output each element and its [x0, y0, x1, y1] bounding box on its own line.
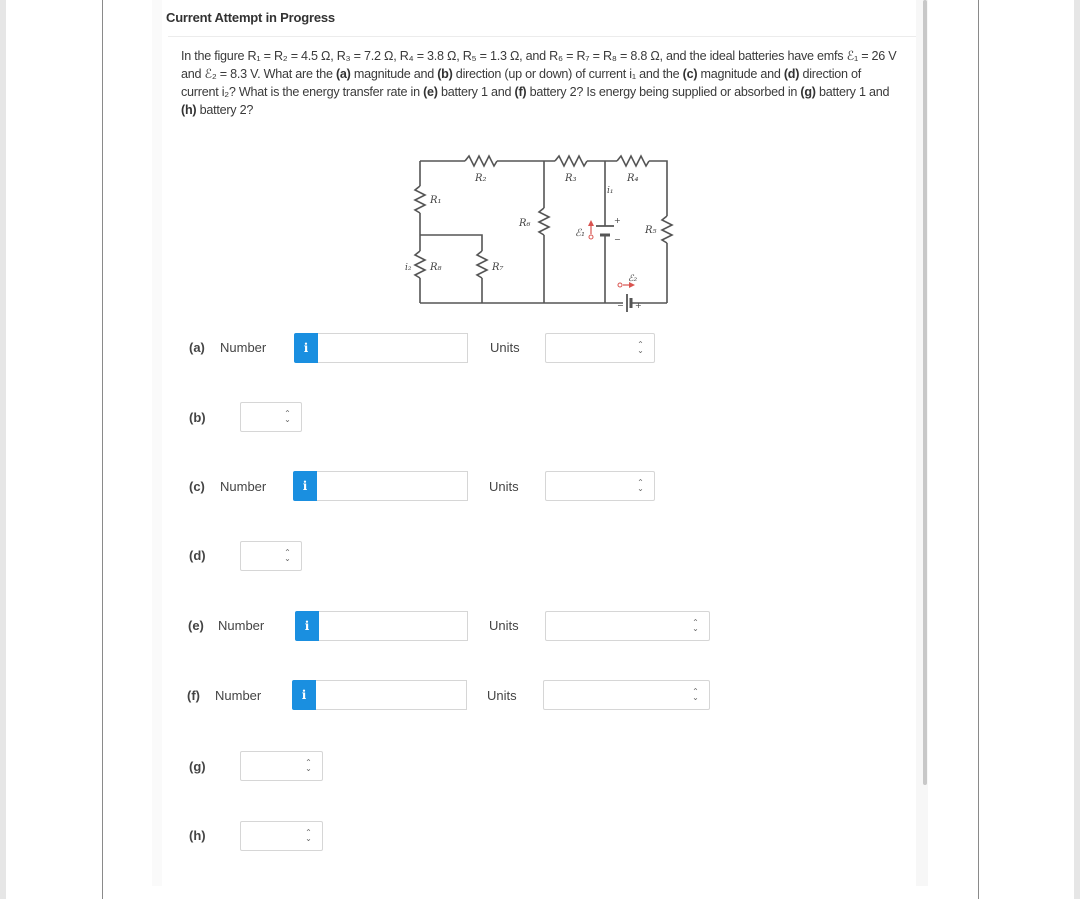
label-i2: i₂: [405, 263, 412, 273]
emf1-marker: [588, 220, 594, 240]
window-edge-left: [0, 0, 6, 899]
units-label: Units: [487, 688, 517, 703]
units-select-f[interactable]: ⌃ ⌄: [543, 680, 710, 710]
chevron-updown-icon: ⌃ ⌄: [692, 618, 699, 633]
number-input-c[interactable]: [317, 471, 468, 501]
part-marker-h: (h): [181, 103, 197, 117]
question-text: In the figure R₁ = R₂ = 4.5 Ω, R₃ = 7.2 …: [181, 47, 901, 119]
row-label-a: (a): [189, 340, 205, 355]
circuit-figure: R₁ R₂ R₃ R₄ R₅ R₆ R₇ R₈ i₁ i₂ ℰ₁ ℰ₂ + − …: [405, 154, 674, 312]
part-marker-d: (d): [783, 67, 800, 81]
number-input-e[interactable]: [319, 611, 468, 641]
chevron-updown-icon: ⌃ ⌄: [284, 548, 291, 563]
info-button-c[interactable]: i: [293, 471, 317, 501]
number-label: Number: [215, 688, 262, 703]
row-label-h: (h): [189, 828, 206, 843]
resistor-r3-zigzag: [554, 154, 588, 168]
number-input-f[interactable]: [316, 680, 467, 710]
wire-r7-top: [420, 234, 483, 251]
row-label-d: (d): [189, 548, 206, 563]
question-segment: battery 1 and: [815, 85, 890, 99]
energy-select-h[interactable]: ⌃ ⌄: [240, 821, 323, 851]
label-r8: R₈: [429, 262, 442, 273]
units-label: Units: [489, 479, 519, 494]
attempt-title: Current Attempt in Progress: [166, 10, 335, 25]
resistor-r5-zigzag: [660, 215, 674, 244]
page-border-right: [978, 0, 979, 899]
label-r2: R₂: [474, 173, 487, 184]
direction-select-b[interactable]: ⌃ ⌄: [240, 402, 302, 432]
number-input-a[interactable]: [318, 333, 468, 363]
part-marker-c: (c): [682, 67, 698, 81]
energy-select-g[interactable]: ⌃ ⌄: [240, 751, 323, 781]
label-emf1: ℰ₁: [575, 228, 585, 239]
panel-shadow: [152, 0, 162, 886]
chevron-updown-icon: ⌃ ⌄: [305, 758, 312, 773]
chevron-updown-icon: ⌃ ⌄: [692, 687, 699, 702]
info-button-e[interactable]: i: [295, 611, 319, 641]
part-marker-e: (e): [423, 85, 438, 99]
units-select-a[interactable]: ⌃ ⌄: [545, 333, 655, 363]
chevron-updown-icon: ⌃ ⌄: [637, 340, 644, 355]
label-r6: R₆: [518, 218, 531, 229]
units-select-c[interactable]: ⌃ ⌄: [545, 471, 655, 501]
label-r5: R₅: [644, 225, 657, 236]
question-segment: battery 2? Is energy being supplied or a…: [526, 85, 801, 99]
resistor-r1-zigzag: [413, 185, 427, 214]
row-label-c: (c): [189, 479, 205, 494]
scrollbar-thumb[interactable]: [923, 0, 927, 785]
part-marker-b: (b): [437, 67, 453, 81]
question-segment: battery 1 and: [437, 85, 515, 99]
label-emf2: ℰ₂: [628, 274, 637, 284]
label-r7: R₇: [491, 262, 504, 273]
label-i1: i₁: [607, 186, 614, 196]
battery-2-plus: +: [635, 301, 642, 310]
number-label: Number: [220, 340, 267, 355]
part-marker-g: (g): [800, 85, 816, 99]
units-label: Units: [489, 618, 519, 633]
row-label-e: (e): [188, 618, 204, 633]
part-marker-f: (f): [514, 85, 527, 99]
units-select-e[interactable]: ⌃ ⌄: [545, 611, 710, 641]
number-label: Number: [218, 618, 265, 633]
part-marker-a: (a): [335, 67, 351, 81]
question-segment: magnitude and: [697, 67, 784, 81]
window-edge-right: [1074, 0, 1080, 899]
resistor-r4-zigzag: [616, 154, 650, 168]
battery-1-plus: +: [614, 216, 621, 225]
question-segment: direction (up or down) of current i₁ and…: [452, 67, 683, 81]
chevron-updown-icon: ⌃ ⌄: [637, 478, 644, 493]
chevron-updown-icon: ⌃ ⌄: [284, 409, 291, 424]
title-divider: [168, 36, 916, 37]
battery-2-minus: −: [617, 301, 624, 310]
number-label: Number: [220, 479, 267, 494]
chevron-updown-icon: ⌃ ⌄: [305, 828, 312, 843]
info-button-f[interactable]: i: [292, 680, 316, 710]
battery-1-minus: −: [614, 235, 621, 244]
resistor-r8-zigzag: [413, 250, 427, 279]
info-button-a[interactable]: i: [294, 333, 318, 363]
question-segment: battery 2?: [196, 103, 254, 117]
wire-top-right: [649, 160, 668, 216]
resistor-r6-zigzag: [537, 207, 551, 236]
units-label: Units: [490, 340, 520, 355]
direction-select-d[interactable]: ⌃ ⌄: [240, 541, 302, 571]
label-r3: R₃: [564, 173, 577, 184]
label-r1: R₁: [429, 195, 442, 206]
label-r4: R₄: [626, 173, 639, 184]
resistor-r7-zigzag: [475, 250, 489, 279]
row-label-f: (f): [187, 688, 200, 703]
row-label-g: (g): [189, 759, 206, 774]
page-border-left: [102, 0, 103, 899]
row-label-b: (b): [189, 410, 206, 425]
resistor-r2-zigzag: [464, 154, 498, 168]
question-segment: magnitude and: [350, 67, 438, 81]
